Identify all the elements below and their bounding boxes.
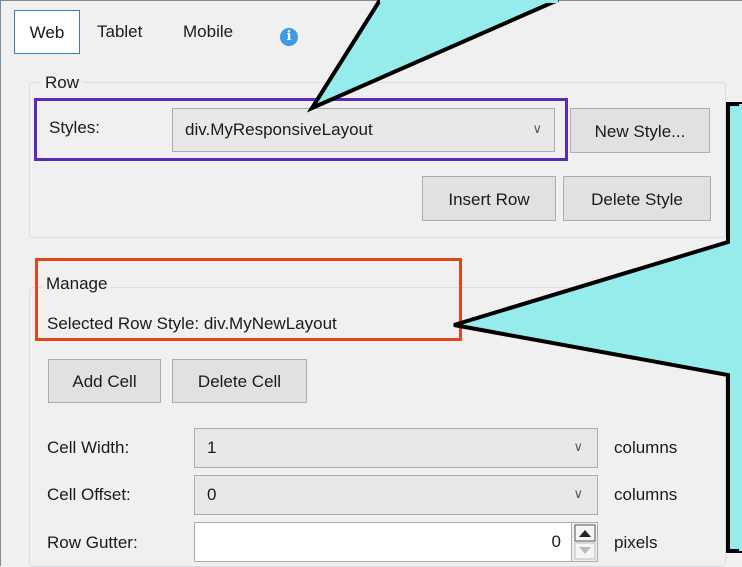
annotation-callouts [306,0,742,553]
callout-top [306,0,559,113]
callout-right [453,102,742,553]
